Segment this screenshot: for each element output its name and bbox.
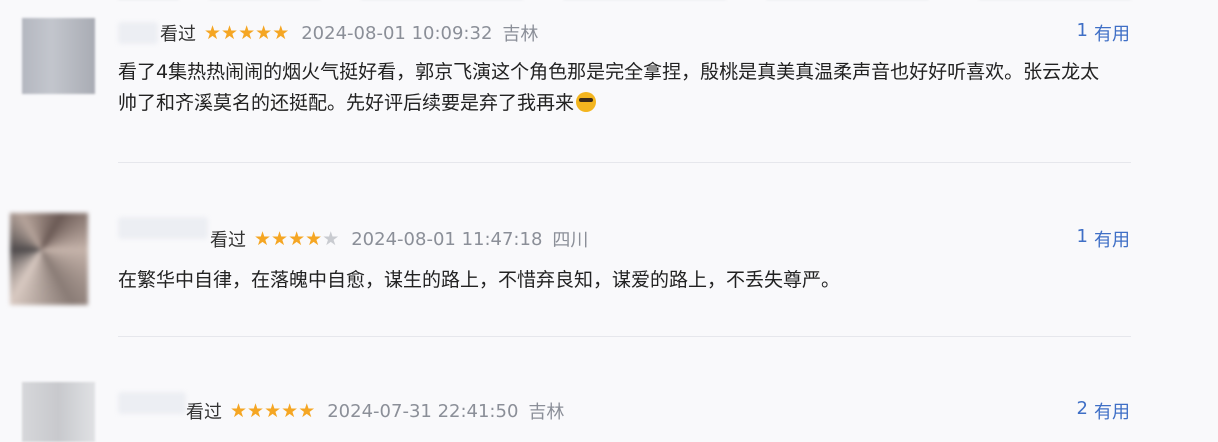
review-time: 2024-08-01 10:09:32 xyxy=(301,22,493,44)
star-icon: ★ xyxy=(221,21,239,44)
divider xyxy=(118,162,1131,163)
useful-button[interactable]: 1 有用 xyxy=(1077,20,1130,46)
review-time: 2024-07-31 22:41:50 xyxy=(327,400,519,422)
star-icon: ★ xyxy=(247,399,265,422)
star-icon: ★ xyxy=(288,227,306,250)
watch-status: 看过 xyxy=(160,24,196,45)
review-meta: 看过 ★ ★ ★ ★ ★ 2024-08-01 11:47:18 四川 xyxy=(210,226,588,252)
review-location: 吉林 xyxy=(502,24,539,45)
useful-count: 2 xyxy=(1076,398,1088,419)
avatar[interactable] xyxy=(10,213,88,305)
useful-button[interactable]: 1 有用 xyxy=(1077,226,1130,252)
review-text-content: 看了4集热热闹闹的烟火气挺好看，郭京飞演这个角色那是完全拿捏，殷桃是真美真温柔声… xyxy=(118,61,1100,114)
divider xyxy=(118,336,1131,337)
username-blurred[interactable] xyxy=(118,22,158,44)
username-blurred[interactable] xyxy=(118,392,186,414)
star-icon: ★ xyxy=(264,399,282,422)
star-icon: ★ xyxy=(254,227,272,250)
rating-stars: ★ ★ ★ ★ ★ xyxy=(230,399,316,422)
rating-stars: ★ ★ ★ ★ ★ xyxy=(204,21,290,44)
useful-label: 有用 xyxy=(1094,24,1130,45)
username-blurred[interactable] xyxy=(118,217,208,239)
watch-status: 看过 xyxy=(186,402,222,423)
review-meta: 看过 ★ ★ ★ ★ ★ 2024-08-01 10:09:32 吉林 xyxy=(160,20,538,46)
star-empty-icon: ★ xyxy=(322,227,340,250)
useful-count: 1 xyxy=(1076,20,1088,41)
star-icon: ★ xyxy=(204,21,222,44)
review-text: 在繁华中自律，在落魄中自愈，谋生的路上，不惜弃良知，谋爱的路上，不丢失尊严。 xyxy=(118,265,1118,296)
review-text-content: 在繁华中自律，在落魄中自愈，谋生的路上，不惜弃良知，谋爱的路上，不丢失尊严。 xyxy=(118,269,841,291)
rating-stars: ★ ★ ★ ★ ★ xyxy=(254,227,340,250)
avatar[interactable] xyxy=(22,382,95,442)
star-icon: ★ xyxy=(230,399,248,422)
review-time: 2024-08-01 11:47:18 xyxy=(351,228,543,250)
useful-count: 1 xyxy=(1076,226,1088,247)
star-icon: ★ xyxy=(238,21,256,44)
avatar[interactable] xyxy=(22,18,95,94)
useful-label: 有用 xyxy=(1094,402,1130,423)
watch-status: 看过 xyxy=(210,230,246,251)
review-meta: 看过 ★ ★ ★ ★ ★ 2024-07-31 22:41:50 吉林 xyxy=(186,398,564,424)
star-icon: ★ xyxy=(305,227,323,250)
review-location: 吉林 xyxy=(528,402,565,423)
sunglasses-emoji-icon xyxy=(576,92,597,112)
star-icon: ★ xyxy=(255,21,273,44)
review-text: 看了4集热热闹闹的烟火气挺好看，郭京飞演这个角色那是完全拿捏，殷桃是真美真温柔声… xyxy=(118,57,1118,119)
star-icon: ★ xyxy=(271,227,289,250)
useful-label: 有用 xyxy=(1094,230,1130,251)
review-location: 四川 xyxy=(552,230,589,251)
star-icon: ★ xyxy=(281,399,299,422)
star-icon: ★ xyxy=(272,21,290,44)
star-icon: ★ xyxy=(298,399,316,422)
useful-button[interactable]: 2 有用 xyxy=(1077,398,1130,424)
